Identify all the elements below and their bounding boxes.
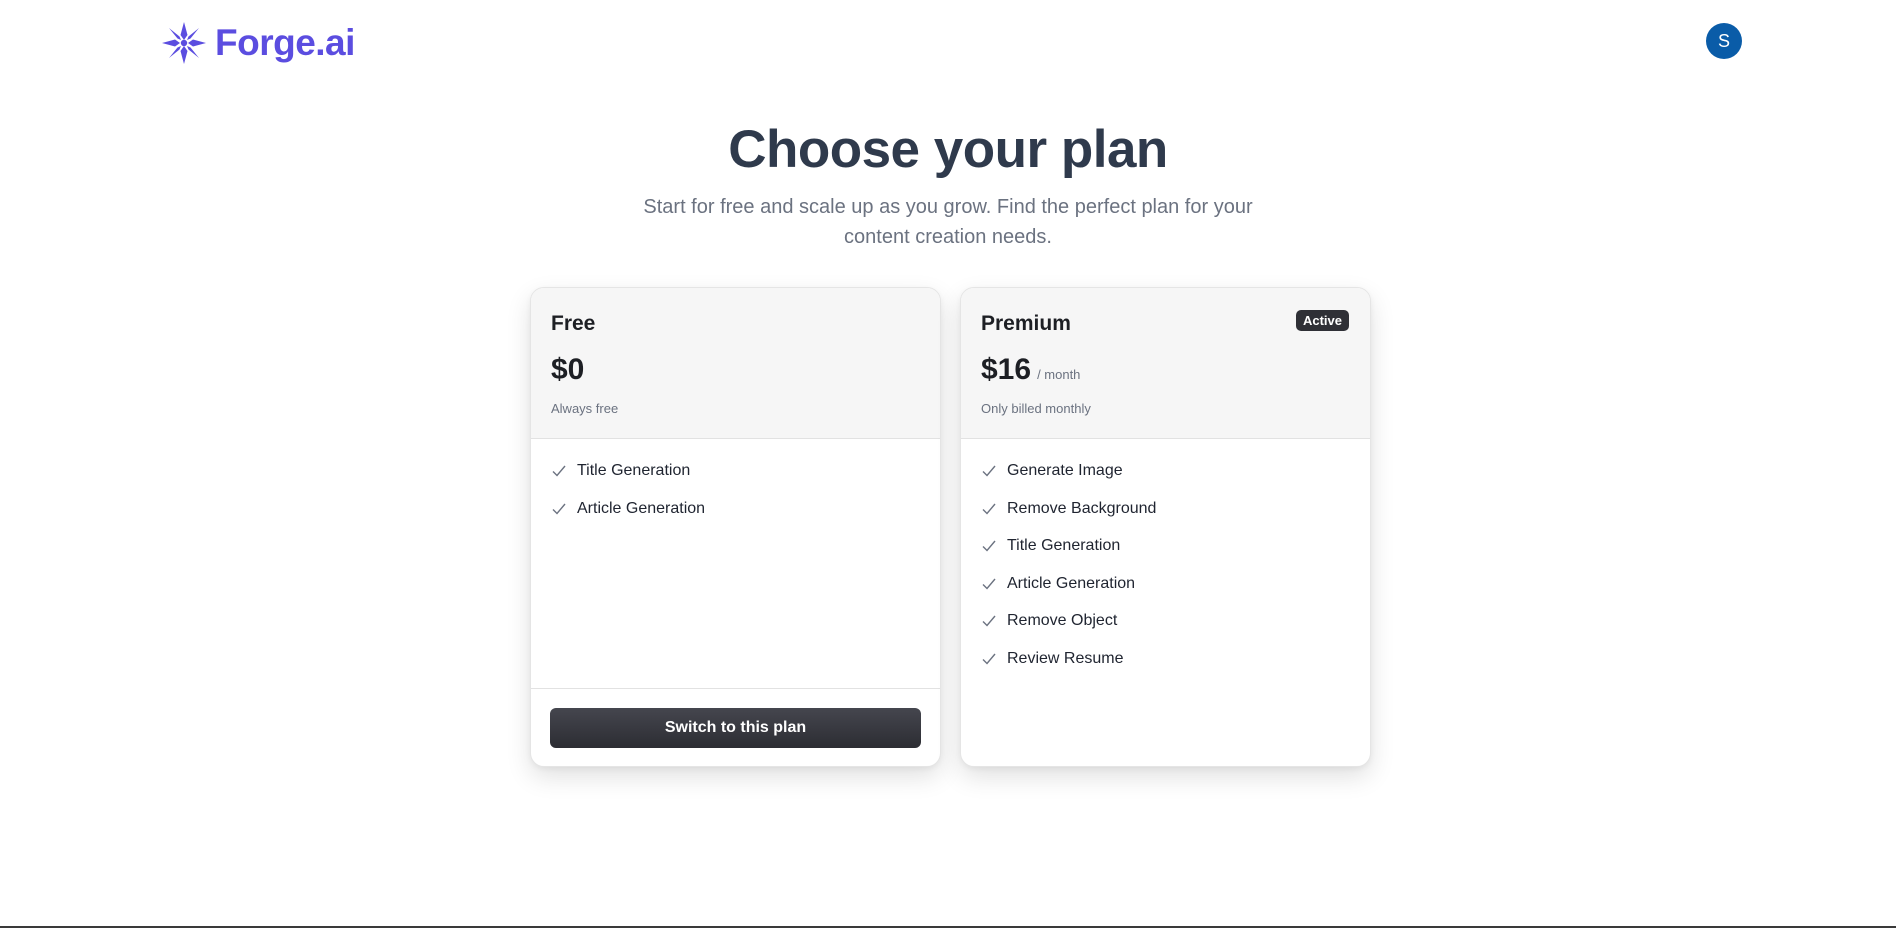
- brand-logo[interactable]: Forge.ai: [159, 20, 355, 66]
- check-icon: [982, 540, 996, 552]
- list-item: Review Resume: [981, 647, 1350, 671]
- list-item: Title Generation: [981, 534, 1350, 558]
- plan-card-header: Premium Active $16 / month Only billed m…: [961, 288, 1370, 439]
- plan-name: Premium: [981, 312, 1071, 335]
- list-item: Generate Image: [981, 459, 1350, 483]
- list-item: Remove Object: [981, 609, 1350, 633]
- feature-label: Generate Image: [1007, 462, 1123, 479]
- feature-label: Review Resume: [1007, 649, 1124, 667]
- feature-label: Article Generation: [1007, 574, 1136, 592]
- user-avatar[interactable]: S: [1706, 23, 1742, 59]
- top-nav: Forge.ai S: [0, 0, 1896, 84]
- feature-label: Title Generation: [1007, 537, 1121, 554]
- plan-price: $16: [981, 353, 1032, 386]
- check-icon: [982, 653, 996, 665]
- plan-note: Always free: [551, 401, 619, 416]
- plan-card-footer: Switch to this plan: [531, 688, 940, 766]
- plan-note: Only billed monthly: [981, 401, 1091, 416]
- check-icon: [982, 578, 996, 590]
- switch-plan-button[interactable]: Switch to this plan: [550, 708, 921, 748]
- plan-card-free: Free $0 Always free Title Generation Art…: [530, 287, 941, 767]
- feature-label: Title Generation: [577, 462, 691, 479]
- check-icon: [982, 465, 996, 477]
- feature-list: Title Generation Article Generation: [531, 439, 940, 521]
- check-icon: [552, 465, 566, 477]
- page-title: Choose your plan: [728, 120, 1168, 179]
- plan-name: Free: [551, 312, 596, 335]
- feature-label: Remove Object: [1007, 612, 1118, 629]
- check-icon: [982, 503, 996, 515]
- plan-card-premium: Premium Active $16 / month Only billed m…: [960, 287, 1371, 767]
- status-badge: Active: [1295, 310, 1349, 331]
- plan-price: $0: [551, 353, 585, 386]
- list-item: Article Generation: [551, 497, 920, 521]
- check-icon: [982, 615, 996, 627]
- list-item: Article Generation: [981, 572, 1350, 596]
- price-row: $16 / month: [981, 353, 1350, 387]
- list-item: Remove Background: [981, 497, 1350, 521]
- hero-section: Choose your plan Start for free and scal…: [0, 118, 1896, 252]
- feature-label: Article Generation: [577, 499, 706, 517]
- brand-name: Forge.ai: [215, 22, 355, 63]
- page-subtitle: Start for free and scale up as you grow.…: [643, 196, 1253, 248]
- list-item: Title Generation: [551, 459, 920, 483]
- price-row: $0: [551, 353, 920, 387]
- plan-card-header: Free $0 Always free: [531, 288, 940, 439]
- feature-label: Remove Background: [1007, 499, 1157, 517]
- plan-period: / month: [1037, 367, 1081, 382]
- check-icon: [552, 503, 566, 515]
- feature-list: Generate Image Remove Background Title G…: [961, 439, 1370, 671]
- snowflake-star-icon: [162, 22, 206, 64]
